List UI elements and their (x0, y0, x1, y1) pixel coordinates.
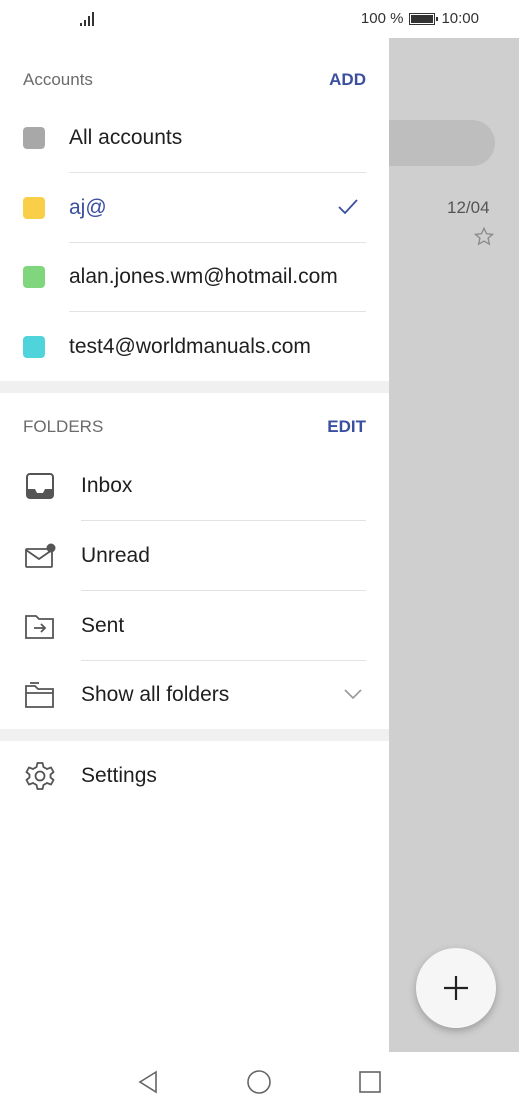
background-mail-app: 12/04 (389, 38, 519, 1052)
star-icon[interactable] (473, 226, 495, 248)
folder-item-sent[interactable]: Sent (0, 591, 389, 661)
battery-percentage: 100 % (360, 10, 404, 27)
folder-item-unread[interactable]: Unread (0, 521, 389, 591)
folder-label: Unread (81, 544, 150, 567)
settings-label: Settings (81, 764, 157, 787)
folder-item-show-all[interactable]: Show all folders (0, 660, 389, 730)
account-color-swatch (23, 127, 45, 149)
account-label: All accounts (69, 126, 183, 149)
folders-icon (25, 682, 54, 708)
section-separator (0, 729, 389, 741)
navigation-drawer: Accounts ADD All accounts aj@ alan.jones… (0, 38, 389, 1052)
account-row-all[interactable]: All accounts (0, 103, 389, 173)
background-search-bar (389, 120, 495, 166)
settings-item[interactable]: Settings (0, 741, 389, 811)
account-row-hotmail[interactable]: alan.jones.wm@hotmail.com (0, 242, 389, 312)
back-icon[interactable] (136, 1069, 162, 1095)
signal-icon (80, 12, 94, 26)
edit-folders-button[interactable]: EDIT (327, 417, 366, 437)
chevron-down-icon (344, 689, 362, 700)
account-color-swatch (23, 336, 45, 358)
clock: 10:00 (441, 10, 479, 27)
folder-item-inbox[interactable]: Inbox (0, 451, 389, 521)
account-label: alan.jones.wm@hotmail.com (69, 265, 338, 288)
account-row-test4[interactable]: test4@worldmanuals.com (0, 312, 389, 382)
system-navigation-bar (0, 1052, 519, 1112)
status-right: 100 % 10:00 (361, 10, 479, 27)
sent-folder-icon (25, 615, 54, 639)
accounts-header: Accounts ADD (23, 70, 366, 90)
message-date: 12/04 (447, 198, 490, 217)
folder-label: Sent (81, 614, 125, 637)
account-label: aj@ (69, 196, 107, 219)
add-account-button[interactable]: ADD (329, 70, 366, 90)
folders-header: FOLDERS EDIT (23, 417, 366, 437)
account-color-swatch (23, 266, 45, 288)
plus-icon (444, 976, 468, 1000)
compose-button[interactable] (416, 948, 496, 1028)
home-icon[interactable] (246, 1069, 272, 1095)
status-bar: 100 % 10:00 (0, 0, 519, 38)
folder-label: Inbox (81, 474, 133, 497)
unread-mail-icon (25, 543, 56, 568)
account-row-aj[interactable]: aj@ (0, 173, 389, 243)
gear-icon (25, 762, 55, 790)
recents-icon[interactable] (357, 1069, 383, 1095)
account-color-swatch (23, 197, 45, 219)
battery-icon (409, 12, 439, 25)
section-separator (0, 381, 389, 393)
checkmark-icon (338, 199, 358, 215)
inbox-icon (26, 473, 54, 499)
account-label: test4@worldmanuals.com (69, 335, 311, 358)
folders-title: FOLDERS (23, 417, 104, 436)
folder-label: Show all folders (81, 683, 230, 706)
accounts-title: Accounts (23, 70, 93, 89)
